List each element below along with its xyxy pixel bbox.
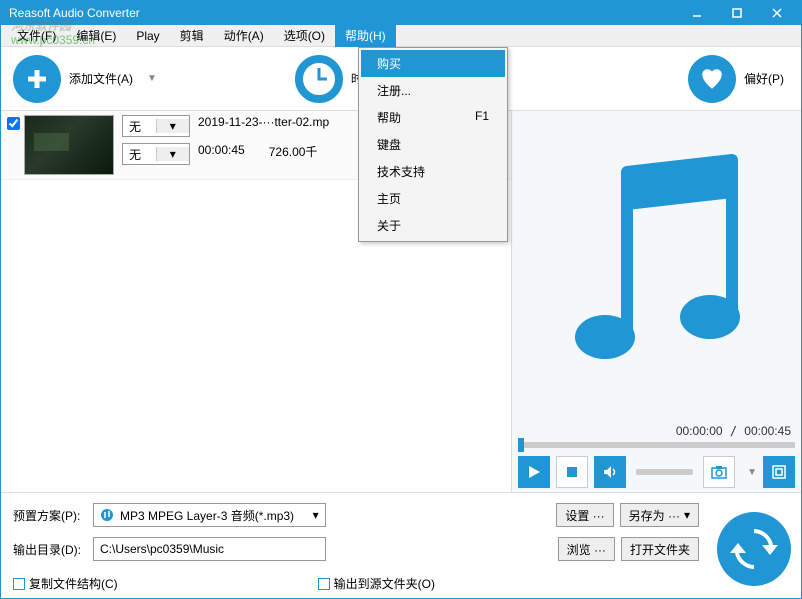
browse-button[interactable]: 浏览 ··· — [558, 537, 615, 561]
titlebar: Reasoft Audio Converter — [1, 1, 801, 25]
chevron-down-icon: ▾ — [156, 147, 190, 161]
help-about[interactable]: 关于 — [361, 212, 505, 239]
close-button[interactable] — [757, 3, 797, 23]
menu-file[interactable]: 文件(F) — [7, 24, 66, 47]
music-note-icon — [557, 152, 757, 382]
chevron-down-icon: ▾ — [684, 508, 690, 522]
saveas-button[interactable]: 另存为 ···▾ — [620, 503, 699, 527]
snapshot-button[interactable] — [703, 456, 735, 488]
preset-row: 预置方案(P): MP3 MPEG Layer-3 音频(*.mp3) ▾ 设置… — [13, 503, 789, 527]
add-file-label: 添加文件(A) — [69, 70, 133, 87]
combo-2[interactable]: 无▾ — [122, 143, 190, 165]
minimize-button[interactable] — [677, 3, 717, 23]
help-register[interactable]: 注册... — [361, 77, 505, 104]
menu-options[interactable]: 选项(O) — [274, 24, 335, 47]
combo-1[interactable]: 无▾ — [122, 115, 190, 137]
file-duration: 00:00:45 — [198, 143, 245, 160]
app-window: Reasoft Audio Converter 文件(F) 编辑(E) Play… — [0, 0, 802, 599]
stop-button[interactable] — [556, 456, 588, 488]
preview-panel: 00:00:00 / 00:00:45 ▼ — [511, 111, 801, 492]
fullscreen-button[interactable] — [763, 456, 795, 488]
sync-icon — [730, 525, 778, 573]
preferences-label: 偏好(P) — [744, 70, 784, 87]
preset-label: 预置方案(P): — [13, 507, 87, 524]
menu-clip[interactable]: 剪辑 — [170, 24, 214, 47]
maximize-button[interactable] — [717, 3, 757, 23]
checkbox-icon — [13, 578, 25, 590]
settings-button[interactable]: 设置 ··· — [556, 503, 613, 527]
chevron-down-icon: ▾ — [156, 119, 190, 133]
time-button[interactable]: 时 — [295, 55, 363, 103]
menu-play[interactable]: Play — [126, 26, 169, 46]
help-buy[interactable]: 购买 — [361, 50, 505, 77]
file-name: 2019-11-23-···tter-02.mp — [198, 115, 329, 129]
output-source-checkbox[interactable]: 输出到源文件夹(O) — [318, 575, 435, 592]
preset-select[interactable]: MP3 MPEG Layer-3 音频(*.mp3) ▾ — [93, 503, 326, 527]
file-checkbox[interactable] — [7, 117, 20, 130]
clock-icon — [295, 55, 343, 103]
seek-knob[interactable] — [518, 438, 524, 452]
window-title: Reasoft Audio Converter — [5, 6, 677, 20]
help-dropdown: 购买 注册... 帮助F1 键盘 技术支持 主页 关于 — [358, 47, 508, 242]
help-support[interactable]: 技术支持 — [361, 158, 505, 185]
volume-button[interactable] — [594, 456, 626, 488]
checkbox-icon — [318, 578, 330, 590]
heart-icon — [688, 55, 736, 103]
audio-icon — [100, 508, 114, 522]
help-home[interactable]: 主页 — [361, 185, 505, 212]
menu-help[interactable]: 帮助(H) — [335, 24, 396, 47]
outdir-input[interactable]: C:\Users\pc0359\Music — [93, 537, 326, 561]
menu-action[interactable]: 动作(A) — [214, 24, 274, 47]
chevron-down-icon[interactable]: ▼ — [747, 467, 757, 478]
help-help[interactable]: 帮助F1 — [361, 104, 505, 131]
file-size: 726.00千 — [269, 143, 318, 160]
player-controls: ▼ — [512, 452, 801, 492]
help-keyboard[interactable]: 键盘 — [361, 131, 505, 158]
outdir-label: 输出目录(D): — [13, 541, 87, 558]
chevron-down-icon: ▼ — [147, 73, 157, 84]
copy-structure-checkbox[interactable]: 复制文件结构(C) — [13, 575, 118, 592]
bottom-panel: 预置方案(P): MP3 MPEG Layer-3 音频(*.mp3) ▾ 设置… — [1, 493, 801, 598]
play-button[interactable] — [518, 456, 550, 488]
plus-icon — [13, 55, 61, 103]
add-file-button[interactable]: 添加文件(A) ▼ — [13, 55, 157, 103]
preferences-button[interactable]: 偏好(P) — [688, 55, 784, 103]
preview-area — [512, 111, 801, 422]
volume-slider[interactable] — [636, 469, 693, 475]
open-folder-button[interactable]: 打开文件夹 — [621, 537, 699, 561]
menu-edit[interactable]: 编辑(E) — [66, 24, 126, 47]
convert-button[interactable] — [717, 512, 791, 586]
file-thumbnail — [24, 115, 114, 175]
file-meta: 2019-11-23-···tter-02.mp 00:00:45 726.00… — [198, 115, 329, 160]
time-display: 00:00:00 / 00:00:45 — [512, 422, 801, 440]
chevron-down-icon: ▾ — [313, 508, 319, 522]
checkbox-row: 复制文件结构(C) 输出到源文件夹(O) — [13, 575, 789, 592]
outdir-row: 输出目录(D): C:\Users\pc0359\Music 浏览 ··· 打开… — [13, 537, 789, 561]
menubar: 文件(F) 编辑(E) Play 剪辑 动作(A) 选项(O) 帮助(H) — [1, 25, 801, 47]
seek-bar[interactable] — [518, 442, 795, 448]
